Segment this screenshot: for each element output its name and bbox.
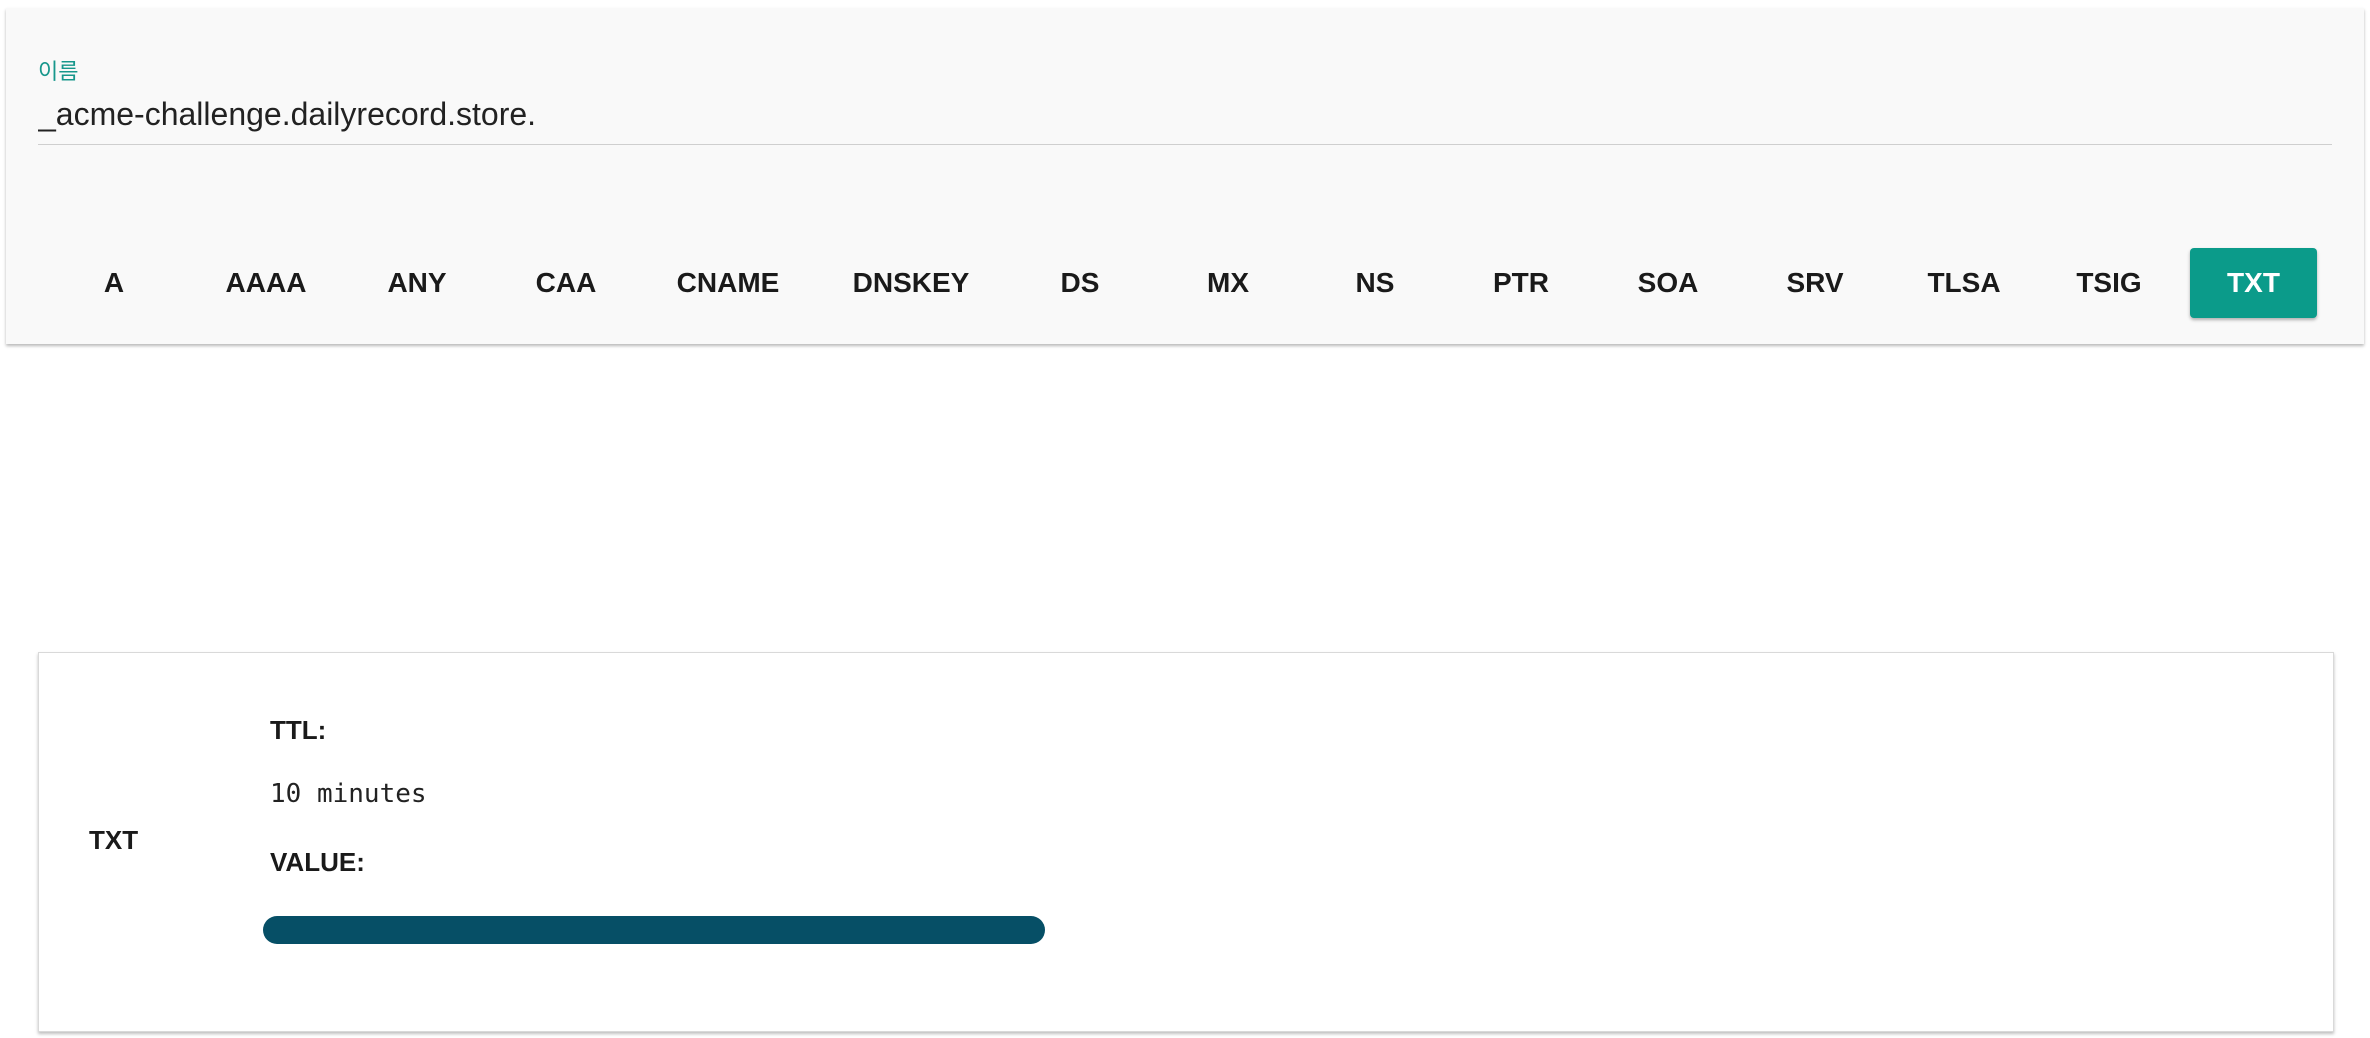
name-input[interactable] (38, 96, 2038, 133)
ttl-label: TTL: (270, 715, 327, 745)
type-button-ns[interactable]: NS (1325, 248, 1425, 318)
value-redaction-bar (263, 916, 1045, 944)
value-label: VALUE: (270, 847, 365, 877)
type-button-srv[interactable]: SRV (1760, 248, 1870, 318)
type-button-any[interactable]: ANY (362, 248, 472, 318)
type-button-mx[interactable]: MX (1178, 248, 1278, 318)
query-panel: 이름 A AAAA ANY CAA CNAME DNSKEY DS MX NS … (6, 8, 2364, 344)
result-card: TXT TTL: 10 minutes VALUE: (38, 652, 2334, 1032)
record-type-label: TXT (89, 825, 139, 855)
name-label: 이름 (38, 60, 79, 85)
type-button-tsig[interactable]: TSIG (2054, 248, 2164, 318)
type-button-tlsa[interactable]: TLSA (1905, 248, 2023, 318)
ttl-value: 10 minutes (270, 779, 427, 809)
type-button-a[interactable]: A (64, 248, 164, 318)
type-button-aaaa[interactable]: AAAA (205, 248, 327, 318)
type-button-ds[interactable]: DS (1030, 248, 1130, 318)
type-button-cname[interactable]: CNAME (658, 248, 798, 318)
type-button-soa[interactable]: SOA (1613, 248, 1723, 318)
record-type-selector: A AAAA ANY CAA CNAME DNSKEY DS MX NS PTR… (6, 240, 2364, 328)
type-button-caa[interactable]: CAA (511, 248, 621, 318)
name-field[interactable]: 이름 (38, 54, 2332, 145)
type-button-txt[interactable]: TXT (2190, 248, 2317, 318)
type-button-dnskey[interactable]: DNSKEY (836, 248, 986, 318)
type-button-ptr[interactable]: PTR (1466, 248, 1576, 318)
